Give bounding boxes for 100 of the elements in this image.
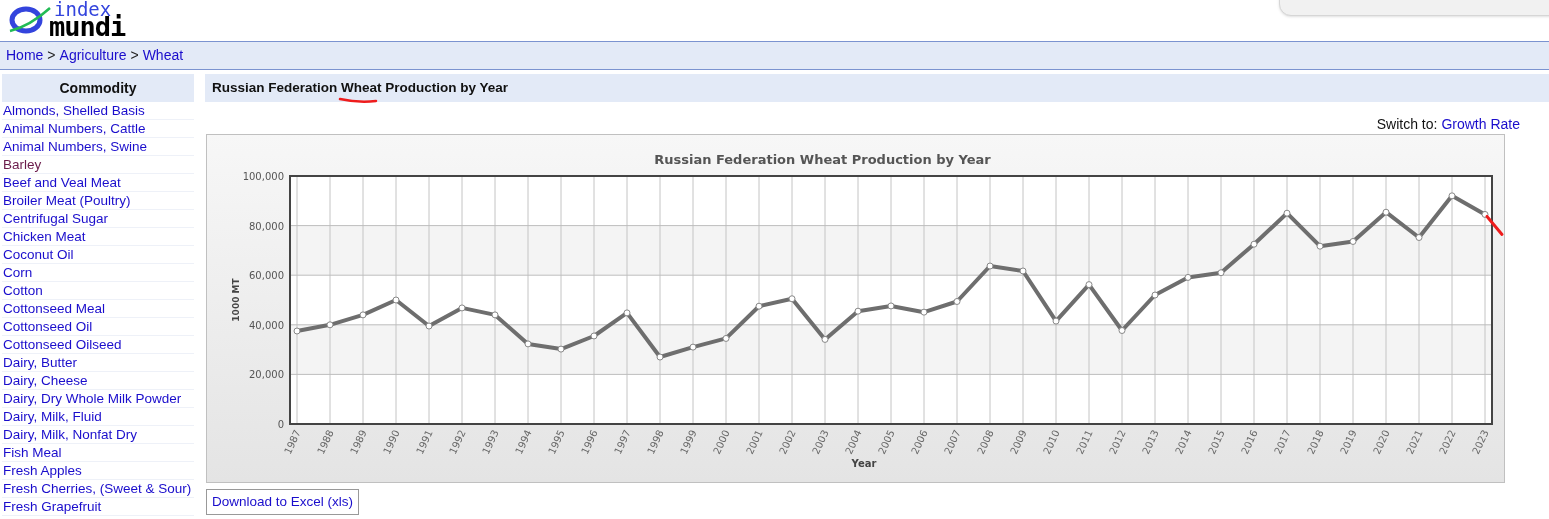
data-point [1481,210,1489,218]
x-tick-label: 2007 [942,428,963,456]
commodity-link[interactable]: Cottonseed Oilseed [2,336,194,354]
commodity-link[interactable]: Fresh Grapefruit [2,498,194,516]
data-point [491,311,499,319]
data-point [920,308,928,316]
growth-rate-link[interactable]: Growth Rate [1441,114,1520,132]
x-tick-label: 2018 [1305,428,1326,456]
commodity-link[interactable]: Animal Numbers, Cattle [2,120,194,138]
x-axis-label: Year [851,458,877,469]
data-point [524,340,532,348]
data-point [392,296,400,304]
commodity-link[interactable]: Broiler Meat (Poultry) [2,192,194,210]
x-tick-label: 2001 [744,428,765,456]
x-tick-label: 1988 [315,428,336,456]
data-point [359,311,367,319]
chart-title: Russian Federation Wheat Production by Year [654,152,991,167]
x-tick-label: 1987 [282,428,303,456]
breadcrumb-link[interactable]: Home [6,45,44,66]
data-point [854,307,862,315]
commodity-link[interactable]: Dairy, Milk, Nonfat Dry [2,426,194,444]
pen-stroke [1485,214,1504,236]
commodity-link[interactable]: Fresh Apples [2,462,194,480]
download-button[interactable]: Download to Excel (xls) [206,489,360,515]
data-point [887,302,895,310]
x-tick-label: 1991 [414,428,435,456]
commodity-link[interactable]: Centrifugal Sugar [2,210,194,228]
data-point [623,309,631,317]
commodity-link[interactable]: Beef and Veal Meat [2,174,194,192]
commodity-link[interactable]: Animal Numbers, Swine [2,138,194,156]
x-tick-label: 1995 [546,428,567,456]
data-point [722,334,730,342]
data-point [293,327,301,335]
x-tick-label: 2000 [711,428,732,456]
data-point [1316,242,1324,250]
x-tick-label: 2016 [1239,428,1260,456]
commodity-link[interactable]: Cottonseed Meal [2,300,194,318]
x-tick-label: 2012 [1107,428,1128,456]
commodity-link[interactable]: Chicken Meat [2,228,194,246]
data-point [1250,240,1258,248]
data-point [788,295,796,303]
site-logo[interactable]: index mundi [4,0,159,38]
commodity-link[interactable]: Almonds, Shelled Basis [2,102,194,120]
commodity-link[interactable]: Cottonseed Oil [2,318,194,336]
page-title: Russian Federation Wheat Production by Year [212,78,509,97]
x-tick-label: 1992 [447,428,468,456]
data-point [656,353,664,361]
data-point [1382,208,1390,216]
data-point [986,262,994,270]
y-tick-label: 60,000 [249,270,284,282]
x-tick-label: 1990 [381,428,402,456]
data-point [755,302,763,310]
commodity-link[interactable]: Dairy, Milk, Fluid [2,408,194,426]
data-point [1283,209,1291,217]
x-tick-label: 1994 [513,428,534,456]
data-point [953,298,961,305]
x-tick-label: 2011 [1074,428,1095,456]
y-axis-label: 1000 MT [231,278,241,322]
pen-underline [338,97,378,103]
x-tick-label: 2006 [909,428,930,456]
breadcrumb-separator: > [130,46,139,65]
data-point [689,343,697,351]
commodity-link[interactable]: Cotton [2,282,194,300]
data-point [458,304,466,312]
commodity-link[interactable]: Barley [2,156,194,174]
breadcrumb-link[interactable]: Agriculture [59,45,127,66]
data-point [1118,327,1126,334]
commodity-link[interactable]: Dairy, Dry Whole Milk Powder [2,390,194,408]
data-point [821,335,829,343]
y-tick-label: 40,000 [249,319,284,331]
x-tick-label: 2020 [1371,428,1392,456]
data-point [1349,237,1357,245]
breadcrumb-separator: > [47,46,56,65]
ring-icon [8,4,52,34]
x-tick-label: 2009 [1008,428,1029,456]
x-tick-label: 2015 [1206,428,1227,456]
y-tick-label: 100,000 [242,171,284,182]
data-point [1415,234,1423,241]
x-tick-label: 2005 [876,428,897,456]
sidebar-header: Commodity [2,74,194,102]
x-tick-label: 2019 [1338,428,1359,456]
x-tick-label: 2013 [1140,428,1161,456]
data-point [1085,281,1093,289]
commodity-link[interactable]: Corn [2,264,194,282]
x-tick-label: 1989 [348,428,369,456]
commodity-link[interactable]: Coconut Oil [2,246,194,264]
x-tick-label: 1998 [645,428,666,456]
x-tick-label: 2022 [1437,428,1458,456]
commodity-link[interactable]: Fresh Cherries, (Sweet & Sour) [2,480,194,498]
x-tick-label: 1999 [678,428,699,456]
switch-label: Switch to: [1376,115,1438,132]
commodity-link[interactable]: Dairy, Butter [2,354,194,372]
x-tick-label: 2010 [1041,428,1062,456]
commodity-link[interactable]: Dairy, Cheese [2,372,194,390]
x-tick-label: 2008 [975,428,996,456]
commodity-link[interactable]: Fish Meal [2,444,194,462]
x-tick-label: 1993 [480,428,501,456]
x-tick-label: 1997 [612,428,633,456]
y-tick-label: 80,000 [249,220,284,232]
breadcrumb-link[interactable]: Wheat [142,45,184,66]
